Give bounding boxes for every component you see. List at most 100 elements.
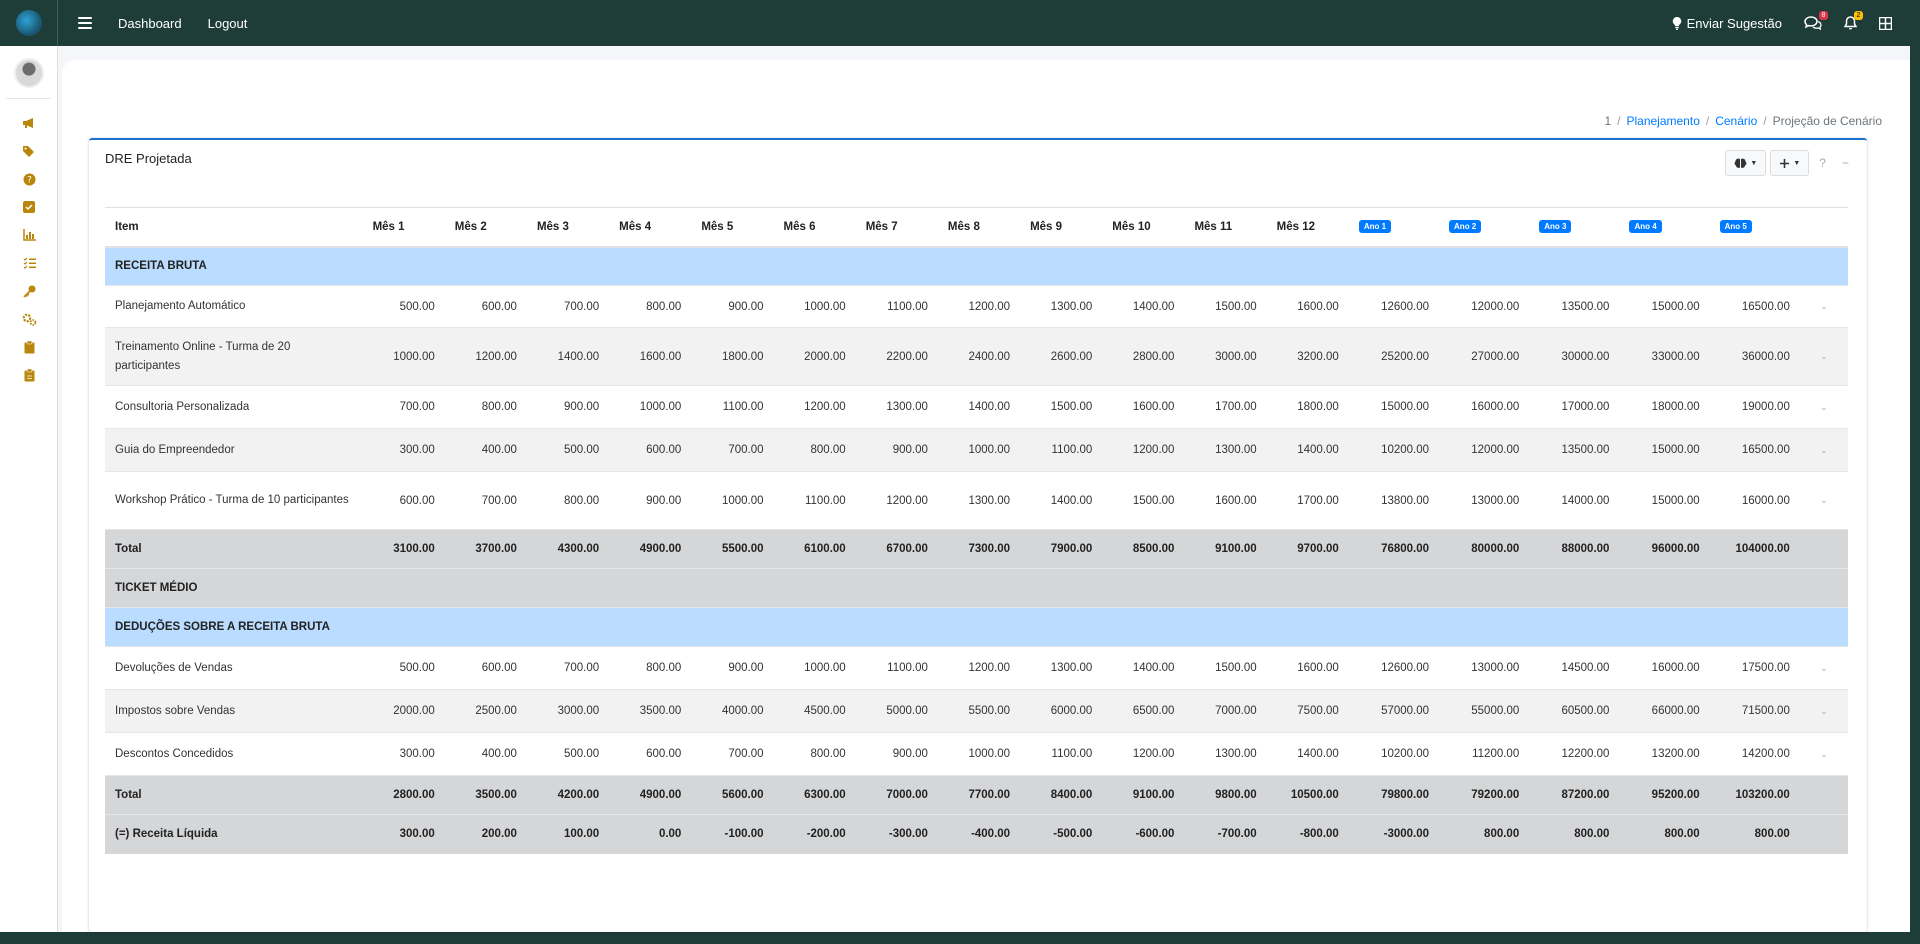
total-value: -800.00 [1266,814,1349,854]
logo-area[interactable] [0,0,58,46]
row-value: 800.00 [773,428,856,472]
row-value: 3500.00 [609,689,692,733]
total-value: -600.00 [1102,814,1185,854]
total-value: 79200.00 [1439,775,1530,815]
row-value: 1200.00 [1102,732,1185,776]
column-header-month: Mês 1 [362,207,445,248]
table-row[interactable]: Devoluções de Vendas 500.00 600.00 700.00 80… [105,646,1848,690]
clipboard-alt-icon[interactable] [0,361,58,389]
row-value: 18000.00 [1619,385,1710,429]
apps-grid-button[interactable] [1879,16,1892,30]
row-value: 900.00 [526,385,610,429]
expand-row-chevron-icon[interactable]: ⌄ [1799,732,1848,776]
sidebar-divider [6,98,51,99]
row-value: 10200.00 [1348,732,1440,776]
total-value: 5500.00 [691,529,774,569]
breadcrumb-planejamento[interactable]: Planejamento [1626,114,1699,128]
total-value: 100.00 [526,814,610,854]
total-value: 8400.00 [1020,775,1103,815]
suggest-button[interactable]: Enviar Sugestão [1672,16,1782,31]
row-value: 19000.00 [1709,385,1800,429]
column-header-month: Mês 4 [609,207,692,248]
row-value: 66000.00 [1619,689,1710,733]
panel-tools: ▼ ▼ ? − [1725,150,1855,176]
row-value: 900.00 [609,471,692,530]
row-value: 13500.00 [1529,428,1620,472]
expand-row-chevron-icon[interactable]: ⌄ [1799,689,1848,733]
help-circle-icon[interactable]: ? [0,165,58,193]
messages-button[interactable]: 8 [1804,11,1828,30]
column-header-month: Mês 12 [1266,207,1349,248]
year-badge: Ano 4 [1629,220,1662,234]
row-value: 1200.00 [773,385,856,429]
row-value: 400.00 [444,732,527,776]
table-row[interactable]: Impostos sobre Vendas 2000.00 2500.00 3000.… [105,689,1848,733]
cogs-icon[interactable] [0,305,58,333]
key-icon[interactable] [0,277,58,305]
clipboard-icon[interactable] [0,333,58,361]
check-square-icon[interactable] [0,193,58,221]
row-value: 1500.00 [1184,285,1267,328]
row-value: 1600.00 [1266,646,1349,690]
row-value: 1600.00 [609,327,692,386]
expand-row-chevron-icon[interactable]: ⌄ [1799,285,1848,328]
table-row[interactable]: Consultoria Personalizada 700.00 800.00 900… [105,385,1848,429]
chart-bar-icon[interactable] [0,221,58,249]
row-value: 1500.00 [1102,471,1185,530]
help-button[interactable]: ? [1813,156,1832,170]
app-frame: Dashboard Logout Enviar Sugestão 8 2 ? 1… [0,0,1910,932]
nav-logout-link[interactable]: Logout [208,16,248,31]
total-label: (=) Receita Líquida [105,814,363,854]
row-value: 600.00 [444,646,527,690]
total-value: 3700.00 [444,529,527,569]
add-dropdown-button[interactable]: ▼ [1770,150,1810,176]
expand-row-chevron-icon[interactable]: ⌄ [1799,471,1848,530]
row-value: 5000.00 [855,689,938,733]
expand-row-chevron-icon[interactable]: ⌄ [1799,327,1848,386]
sidebar: ? [0,46,58,932]
row-value: 900.00 [691,646,774,690]
expand-row-chevron-icon[interactable]: ⌄ [1799,385,1848,429]
column-header-actions [1799,207,1848,248]
row-value: 400.00 [444,428,527,472]
row-value: 600.00 [362,471,445,530]
row-value: 3200.00 [1266,327,1349,386]
row-value: 1300.00 [855,385,938,429]
table-row[interactable]: Treinamento Online - Turma de 20 partici… [105,327,1848,386]
row-value: 700.00 [362,385,445,429]
row-value: 1000.00 [937,428,1021,472]
menu-toggle-icon[interactable] [78,17,92,29]
expand-row-chevron-icon[interactable]: ⌄ [1799,428,1848,472]
total-value: -300.00 [855,814,938,854]
nav-dashboard-link[interactable]: Dashboard [118,16,182,31]
receita-liquida-row: (=) Receita Líquida 300.00 200.00 100.00 0.0… [105,814,1848,854]
row-value: 60500.00 [1529,689,1620,733]
table-row[interactable]: Workshop Prático - Turma de 10 participa… [105,471,1848,530]
breadcrumb-cenario[interactable]: Cenário [1715,114,1757,128]
total-value: -200.00 [773,814,856,854]
breadcrumb-home[interactable]: 1 [1604,114,1611,128]
notifications-button[interactable]: 2 [1844,11,1863,30]
suggest-label: Enviar Sugestão [1686,15,1782,31]
section-ticket-medio: TICKET MÉDIO [105,568,1848,608]
row-value: 1500.00 [1020,385,1103,429]
total-value: 0.00 [609,814,692,854]
list-check-icon[interactable] [0,249,58,277]
total-value: 4200.00 [526,775,610,815]
row-value: 2500.00 [444,689,527,733]
row-value: 7500.00 [1266,689,1349,733]
total-value: 87200.00 [1529,775,1620,815]
table-row[interactable]: Planejamento Automático 500.00 600.00 700.0… [105,285,1848,328]
expand-row-chevron-icon[interactable]: ⌄ [1799,646,1848,690]
row-value: 14200.00 [1709,732,1800,776]
tags-icon[interactable] [0,137,58,165]
table-row[interactable]: Guia do Empreendedor 300.00 400.00 500.00 60… [105,428,1848,472]
ai-dropdown-button[interactable]: ▼ [1725,150,1767,176]
avatar[interactable] [13,58,44,88]
megaphone-icon[interactable] [0,109,58,137]
collapse-button[interactable]: − [1836,156,1855,170]
column-header-year: Ano 1 [1348,207,1440,248]
row-value: 1400.00 [1020,471,1103,530]
table-row[interactable]: Descontos Concedidos 300.00 400.00 500.00 60… [105,732,1848,776]
total-value: 76800.00 [1348,529,1440,569]
